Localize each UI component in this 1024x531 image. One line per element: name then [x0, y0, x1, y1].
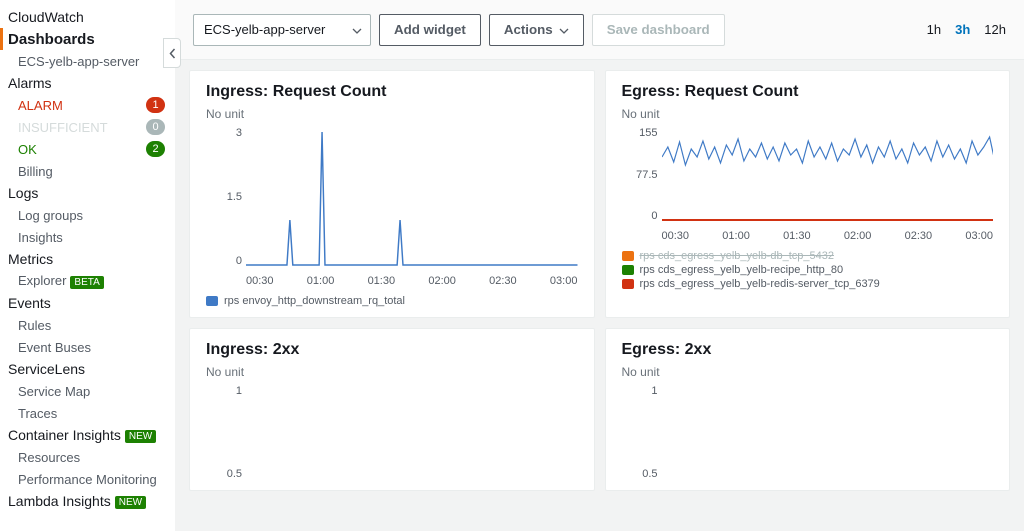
chevron-down-icon: [352, 22, 362, 37]
sidebar-item-insufficient[interactable]: INSUFFICIENT 0: [0, 116, 175, 138]
sidebar-item-cloudwatch[interactable]: CloudWatch: [0, 6, 175, 28]
sidebar-item-ecs-yelb-app-server[interactable]: ECS-yelb-app-server: [0, 50, 175, 72]
sidebar-item-label: Log groups: [18, 208, 83, 223]
sidebar-item-label: Traces: [18, 406, 57, 421]
chevron-down-icon: [559, 22, 569, 37]
dashboard-select[interactable]: ECS-yelb-app-server: [193, 14, 371, 46]
sidebar-item-label: Dashboards: [8, 31, 95, 48]
legend-label: rps cds_egress_yelb_yelb-redis-server_tc…: [640, 278, 880, 290]
sidebar-item-label: Events: [8, 295, 51, 311]
sidebar-item-performance-monitoring[interactable]: Performance Monitoring: [0, 468, 175, 490]
sidebar-item-label: Alarms: [8, 75, 52, 91]
widget-title: Egress: Request Count: [622, 83, 994, 101]
sidebar-item-label: Service Map: [18, 384, 90, 399]
sidebar-item-log-groups[interactable]: Log groups: [0, 204, 175, 226]
sidebar-item-label: ALARM: [18, 98, 63, 113]
widget-title: Egress: 2xx: [622, 341, 994, 359]
sidebar-item-events[interactable]: Events: [0, 292, 175, 314]
chart-ingress-request-count[interactable]: 3 1.5 0 00:30 01:00 01:30 02:00 02:30 03…: [206, 127, 578, 287]
sidebar-badge: 1: [146, 97, 165, 113]
legend-item[interactable]: rps envoy_http_downstream_rq_total: [206, 295, 578, 307]
sidebar-item-label: Rules: [18, 318, 51, 333]
sidebar-badge: 0: [146, 119, 165, 135]
widget-title: Ingress: 2xx: [206, 341, 578, 359]
legend-label: rps cds_egress_yelb_yelb-recipe_http_80: [640, 264, 844, 276]
sidebar-item-lambda-insights[interactable]: Lambda InsightsNEW: [0, 490, 175, 512]
sidebar-item-logs[interactable]: Logs: [0, 182, 175, 204]
sidebar-item-alarms[interactable]: Alarms: [0, 72, 175, 94]
toolbar: ECS-yelb-app-server Add widget Actions S…: [175, 0, 1024, 60]
sidebar-item-label: Resources: [18, 450, 80, 465]
sidebar-item-metrics[interactable]: Metrics: [0, 248, 175, 270]
timerange-12h[interactable]: 12h: [984, 22, 1006, 37]
dashboard-select-value: ECS-yelb-app-server: [204, 22, 325, 37]
sidebar-item-label: ServiceLens: [8, 361, 85, 377]
widget-egress-request-count: Egress: Request Count No unit 155 77.5 0…: [605, 70, 1011, 318]
widget-unit: No unit: [622, 365, 994, 379]
sidebar-item-label: ExplorerBETA: [18, 273, 104, 288]
sidebar-item-label: ECS-yelb-app-server: [18, 54, 139, 69]
legend-label: rps cds_egress_yelb_yelb-db_tcp_5432: [640, 250, 834, 262]
legend-item[interactable]: rps cds_egress_yelb_yelb-redis-server_tc…: [622, 278, 994, 290]
legend-item[interactable]: rps cds_egress_yelb_yelb-recipe_http_80: [622, 264, 994, 276]
chart-egress-2xx[interactable]: 1 0.5: [622, 385, 994, 480]
legend-swatch: [622, 251, 634, 261]
sidebar-item-traces[interactable]: Traces: [0, 402, 175, 424]
sidebar-item-label: OK: [18, 142, 37, 157]
sidebar-item-dashboards[interactable]: Dashboards: [0, 28, 175, 50]
widget-ingress-request-count: Ingress: Request Count No unit 3 1.5 0 0…: [189, 70, 595, 318]
widget-egress-2xx: Egress: 2xx No unit 1 0.5: [605, 328, 1011, 491]
sidebar-item-container-insights[interactable]: Container InsightsNEW: [0, 424, 175, 446]
chart-egress-request-count[interactable]: 155 77.5 0 00:30 01:00 01:30 02:00 02:30: [622, 127, 994, 242]
sidebar-item-label: INSUFFICIENT: [18, 120, 108, 135]
widget-unit: No unit: [206, 365, 578, 379]
widget-unit: No unit: [622, 107, 994, 121]
sidebar-item-explorer[interactable]: ExplorerBETA: [0, 270, 175, 292]
sidebar-item-label: Container InsightsNEW: [8, 427, 156, 443]
timerange-1h[interactable]: 1h: [927, 22, 941, 37]
legend-swatch: [206, 296, 218, 306]
actions-button[interactable]: Actions: [489, 14, 584, 46]
sidebar-collapse-toggle[interactable]: [163, 38, 181, 68]
legend-label: rps envoy_http_downstream_rq_total: [224, 295, 405, 307]
sidebar-item-insights[interactable]: Insights: [0, 226, 175, 248]
chart-legend: rps cds_egress_yelb_yelb-db_tcp_5432rps …: [622, 250, 994, 290]
timerange-3h[interactable]: 3h: [955, 22, 970, 37]
sidebar-item-resources[interactable]: Resources: [0, 446, 175, 468]
widget-title: Ingress: Request Count: [206, 83, 578, 101]
sidebar-item-label: Event Buses: [18, 340, 91, 355]
sidebar-item-label: Logs: [8, 185, 38, 201]
sidebar-item-event-buses[interactable]: Event Buses: [0, 336, 175, 358]
chart-ingress-2xx[interactable]: 1 0.5: [206, 385, 578, 480]
sidebar-item-label: Billing: [18, 164, 53, 179]
sidebar-item-label: Metrics: [8, 251, 53, 267]
save-dashboard-button: Save dashboard: [592, 14, 725, 46]
sidebar-item-servicelens[interactable]: ServiceLens: [0, 358, 175, 380]
sidebar-item-label: CloudWatch: [8, 9, 84, 25]
sidebar-item-label: Lambda InsightsNEW: [8, 493, 146, 509]
sidebar-tag: BETA: [70, 276, 103, 289]
sidebar-item-service-map[interactable]: Service Map: [0, 380, 175, 402]
sidebar-item-alarm[interactable]: ALARM 1: [0, 94, 175, 116]
widget-unit: No unit: [206, 107, 578, 121]
legend-item[interactable]: rps cds_egress_yelb_yelb-db_tcp_5432: [622, 250, 994, 262]
sidebar-badge: 2: [146, 141, 165, 157]
legend-swatch: [622, 279, 634, 289]
sidebar-item-label: Insights: [18, 230, 63, 245]
add-widget-button[interactable]: Add widget: [379, 14, 481, 46]
legend-swatch: [622, 265, 634, 275]
sidebar-tag: NEW: [125, 430, 156, 443]
sidebar-item-rules[interactable]: Rules: [0, 314, 175, 336]
widget-ingress-2xx: Ingress: 2xx No unit 1 0.5: [189, 328, 595, 491]
sidebar-tag: NEW: [115, 496, 146, 509]
sidebar-item-billing[interactable]: Billing: [0, 160, 175, 182]
timerange: 1h 3h 12h: [927, 22, 1006, 37]
chart-legend: rps envoy_http_downstream_rq_total: [206, 295, 578, 307]
sidebar-item-label: Performance Monitoring: [18, 472, 157, 487]
sidebar-item-ok[interactable]: OK 2: [0, 138, 175, 160]
